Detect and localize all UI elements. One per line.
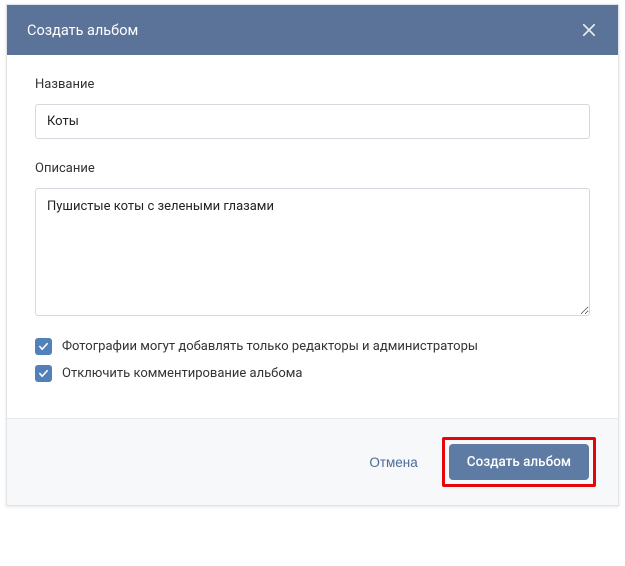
- cancel-button[interactable]: Отмена: [359, 447, 427, 478]
- create-album-modal: Создать альбом Название Описание Фотогра…: [6, 4, 619, 506]
- description-field-group: Описание: [35, 161, 590, 320]
- submit-highlight: Создать альбом: [442, 437, 596, 487]
- editors-only-label: Фотографии могут добавлять только редакт…: [62, 339, 478, 354]
- close-icon[interactable]: [580, 21, 598, 39]
- checkbox-checked-icon: [35, 365, 52, 382]
- disable-comments-checkbox-row[interactable]: Отключить комментирование альбома: [35, 365, 590, 382]
- modal-header: Создать альбом: [7, 5, 618, 55]
- modal-title: Создать альбом: [27, 22, 138, 39]
- create-album-button[interactable]: Создать альбом: [449, 444, 589, 480]
- modal-footer: Отмена Создать альбом: [7, 418, 618, 505]
- description-label: Описание: [35, 161, 590, 176]
- modal-body: Название Описание Фотографии могут добав…: [7, 55, 618, 418]
- description-input[interactable]: [35, 188, 590, 316]
- editors-only-checkbox-row[interactable]: Фотографии могут добавлять только редакт…: [35, 338, 590, 355]
- checkbox-checked-icon: [35, 338, 52, 355]
- title-field-group: Название: [35, 77, 590, 139]
- title-input[interactable]: [35, 104, 590, 139]
- title-label: Название: [35, 77, 590, 92]
- disable-comments-label: Отключить комментирование альбома: [62, 366, 303, 381]
